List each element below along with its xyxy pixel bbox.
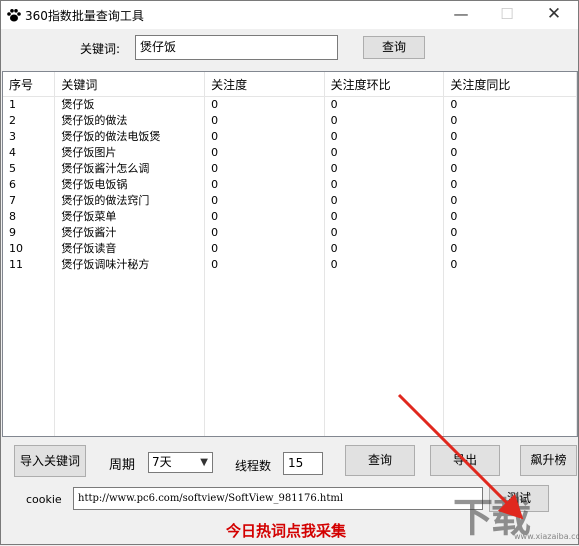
red-arrow-annotation	[397, 393, 524, 520]
app-window: 360指数批量查询工具 — ☐ ✕ 关键词: 煲仔饭 查询 序号 关键词 关注度…	[0, 0, 579, 545]
